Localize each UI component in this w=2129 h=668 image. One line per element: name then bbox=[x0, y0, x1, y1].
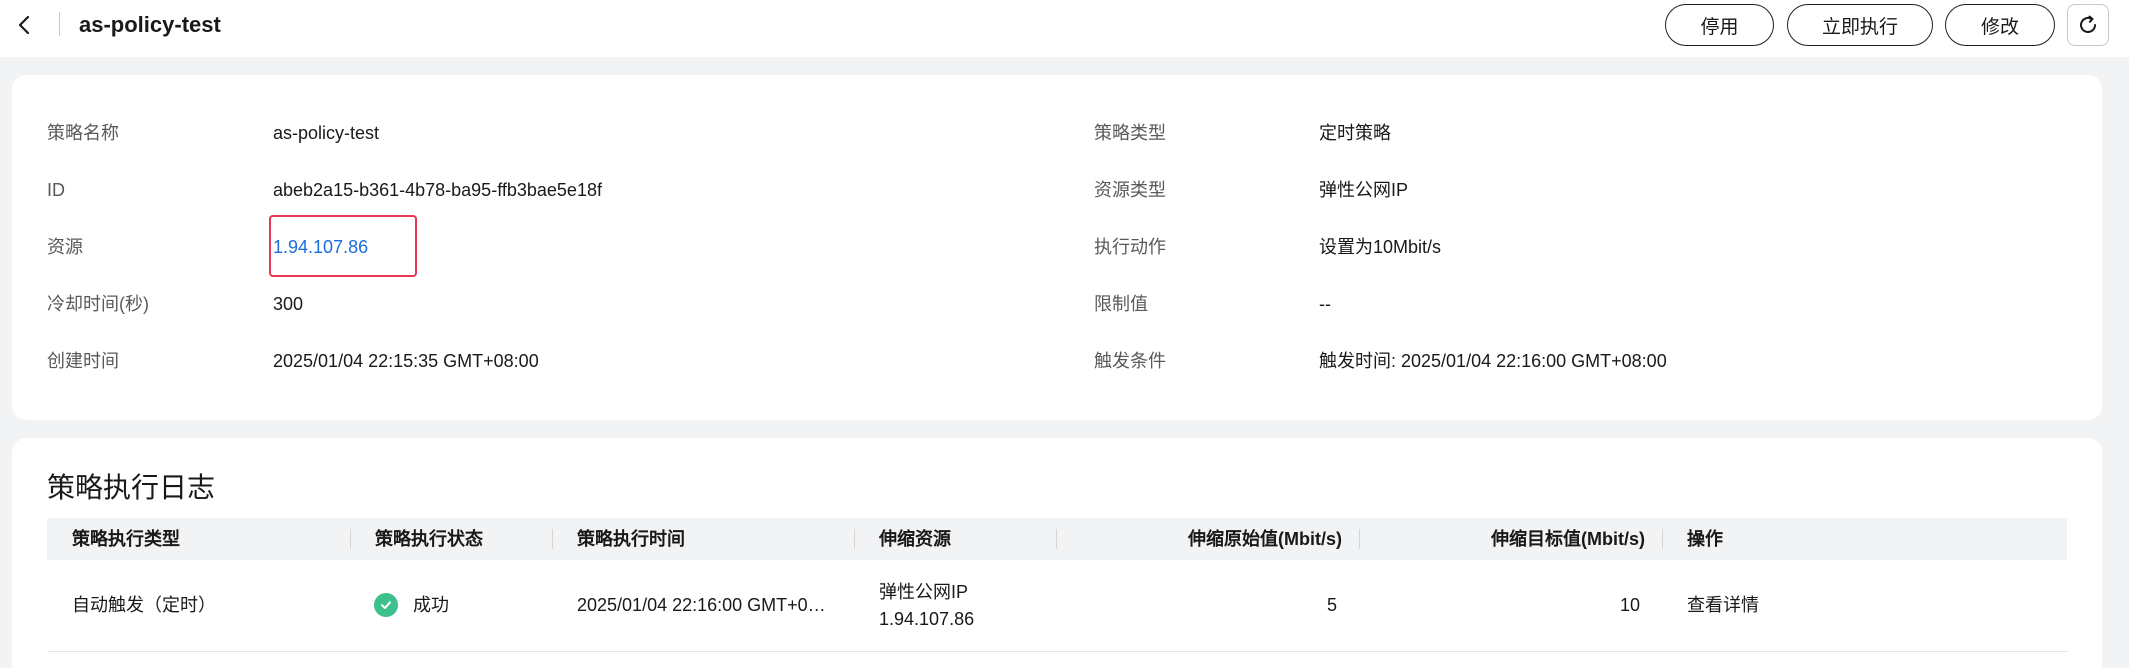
resource-highlight-box bbox=[269, 215, 417, 277]
id-label: ID bbox=[47, 180, 65, 200]
page-header: as-policy-test 停用 立即执行 修改 bbox=[0, 0, 2129, 57]
cooldown-value: 300 bbox=[273, 294, 304, 314]
row-resource-ip-link[interactable]: 1.94.107.86 bbox=[879, 607, 974, 631]
action-value: 设置为10Mbit/s bbox=[1319, 237, 1442, 257]
col-separator bbox=[350, 529, 351, 549]
chevron-left-icon bbox=[18, 15, 30, 35]
col-separator bbox=[1359, 529, 1360, 549]
col-exec-time: 策略执行时间 bbox=[577, 529, 685, 549]
back-button[interactable] bbox=[12, 12, 38, 38]
execution-log-title: 策略执行日志 bbox=[47, 472, 216, 503]
modify-button[interactable]: 修改 bbox=[1945, 4, 2055, 46]
disable-button[interactable]: 停用 bbox=[1665, 4, 1774, 46]
log-table-header: 策略执行类型 策略执行状态 策略执行时间 伸缩资源 伸缩原始值(Mbit/s) … bbox=[47, 518, 2067, 560]
col-target-value: 伸缩目标值(Mbit/s) bbox=[1491, 529, 1645, 549]
execute-now-button[interactable]: 立即执行 bbox=[1787, 4, 1933, 46]
id-value: abeb2a15-b361-4b78-ba95-ffb3bae5e18f bbox=[273, 180, 602, 200]
col-separator bbox=[552, 529, 553, 549]
col-separator bbox=[1056, 529, 1057, 549]
resource-type-label: 资源类型 bbox=[1094, 180, 1166, 200]
col-operation: 操作 bbox=[1687, 529, 1723, 549]
header-divider bbox=[59, 12, 60, 36]
created-time-value: 2025/01/04 22:15:35 GMT+08:00 bbox=[273, 351, 539, 371]
policy-name-value: as-policy-test bbox=[273, 123, 380, 143]
row-original-value: 5 bbox=[1326, 595, 1337, 615]
resource-type-value: 弹性公网IP bbox=[1319, 180, 1409, 200]
policy-name-label: 策略名称 bbox=[47, 123, 119, 143]
trigger-value: 触发时间: 2025/01/04 22:16:00 GMT+08:00 bbox=[1319, 351, 1667, 371]
resource-label: 资源 bbox=[47, 237, 83, 257]
action-label: 执行动作 bbox=[1094, 237, 1166, 257]
limit-label: 限制值 bbox=[1094, 294, 1148, 314]
row-target-value: 10 bbox=[1619, 595, 1640, 615]
table-row-divider bbox=[47, 651, 2067, 652]
row-exec-status: 成功 bbox=[413, 595, 449, 615]
success-check-icon bbox=[374, 593, 398, 617]
policy-type-label: 策略类型 bbox=[1094, 123, 1166, 143]
limit-value: -- bbox=[1319, 294, 1331, 314]
col-original-value: 伸缩原始值(Mbit/s) bbox=[1188, 529, 1342, 549]
col-exec-type: 策略执行类型 bbox=[72, 529, 180, 549]
refresh-button[interactable] bbox=[2067, 4, 2109, 46]
col-exec-status: 策略执行状态 bbox=[375, 529, 483, 549]
view-details-link[interactable]: 查看详情 bbox=[1687, 593, 1759, 617]
created-time-label: 创建时间 bbox=[47, 351, 119, 371]
col-separator bbox=[854, 529, 855, 549]
col-separator bbox=[1662, 529, 1663, 549]
row-exec-type: 自动触发（定时） bbox=[72, 595, 216, 615]
refresh-icon bbox=[2080, 15, 2096, 33]
row-resource-type: 弹性公网IP bbox=[879, 582, 969, 602]
page-title: as-policy-test bbox=[79, 12, 221, 37]
col-scaling-resource: 伸缩资源 bbox=[879, 529, 951, 549]
row-exec-time: 2025/01/04 22:16:00 GMT+0… bbox=[577, 595, 826, 615]
trigger-label: 触发条件 bbox=[1094, 351, 1166, 371]
cooldown-label: 冷却时间(秒) bbox=[47, 294, 149, 314]
policy-type-value: 定时策略 bbox=[1319, 123, 1391, 143]
